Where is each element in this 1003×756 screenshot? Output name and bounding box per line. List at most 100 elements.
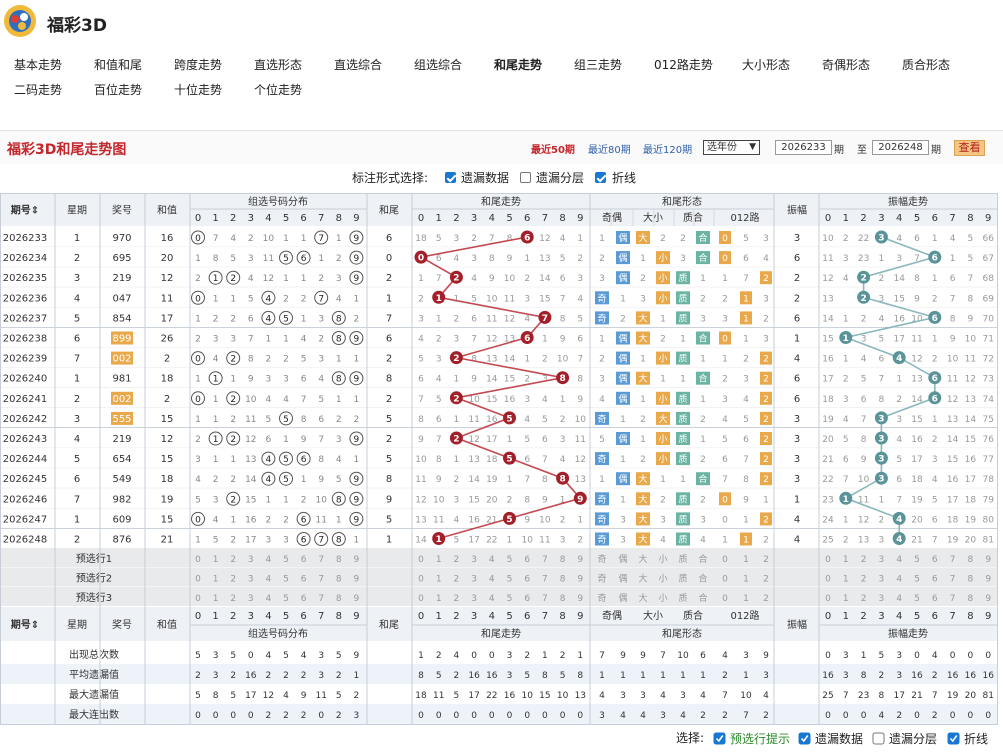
tail-miss: 11 — [539, 536, 550, 546]
stats-cell: 0 — [825, 651, 831, 661]
hint-checkbox[interactable] — [713, 732, 726, 745]
tail-miss: 7 — [436, 274, 442, 284]
amp-ball-digit: 3 — [878, 414, 884, 424]
form-miss: 8 — [743, 475, 749, 485]
tail-miss: 6 — [436, 415, 442, 425]
stats-cell: 8 — [542, 671, 548, 681]
tail-miss: 18 — [415, 234, 427, 244]
preselect-digit: 0 — [195, 575, 201, 585]
stats-cell: 5 — [524, 671, 530, 681]
preselect-digit: 7 — [542, 594, 548, 604]
amp-miss: 18 — [911, 475, 923, 485]
stats-cell: 13 — [575, 691, 586, 701]
tail-miss: 2 — [577, 254, 583, 264]
stats-cell: 4 — [266, 651, 272, 661]
stats-cell: 3 — [843, 651, 849, 661]
form-miss: 4 — [743, 395, 749, 405]
preselect-digit: 8 — [336, 594, 342, 604]
missing-data-checkbox[interactable] — [798, 732, 811, 745]
stats-cell: 0 — [914, 651, 920, 661]
preselect-digit: 6 — [301, 555, 307, 565]
form-hit-text: 大 — [638, 534, 647, 546]
preselect-digit: 4 — [489, 575, 495, 585]
line-checkbox[interactable] — [947, 732, 960, 745]
group-hit-digit: 9 — [354, 475, 360, 485]
stats-cell: 5 — [230, 691, 236, 701]
tail-miss: 1 — [507, 536, 513, 546]
digit-header: 5 — [506, 213, 512, 224]
amp-cell: 3 — [794, 474, 800, 485]
group-hit-digit: 4 — [266, 455, 272, 465]
amp-miss: 12 — [965, 375, 976, 385]
group-miss: 1 — [301, 314, 307, 324]
preselect-digit: 2 — [230, 594, 236, 604]
group-hit-digit: 5 — [283, 415, 289, 425]
preselect-digit: 7 — [950, 575, 956, 585]
form-miss: 5 — [743, 415, 749, 425]
tail-miss: 3 — [524, 294, 530, 304]
amp-ball-digit: 6 — [932, 254, 938, 264]
form-miss: 2 — [763, 314, 769, 324]
tail-miss: 12 — [486, 335, 497, 345]
tail-miss: 11 — [486, 314, 497, 324]
tail-miss: 15 — [486, 395, 497, 405]
stats-cell: 3 — [507, 671, 513, 681]
form-hit-text: 合 — [698, 473, 707, 485]
amp-miss: 18 — [822, 395, 834, 405]
preselect-form: 1 — [743, 594, 749, 604]
digit-header: 8 — [336, 611, 342, 622]
missing-layer-checkbox[interactable] — [872, 732, 885, 745]
stats-cell: 16 — [982, 671, 994, 681]
tail-trend-header: 和尾走势 — [481, 195, 521, 208]
stats-cell: 7 — [843, 691, 849, 701]
preselect-digit: 5 — [914, 575, 920, 585]
form-hit-text: 2 — [763, 375, 769, 385]
tail-miss: 10 — [557, 355, 569, 365]
digit-header: 6 — [932, 611, 938, 622]
digit-header: 0 — [825, 611, 831, 622]
form-miss: 7 — [743, 455, 749, 465]
amp-ball-digit: 4 — [896, 354, 902, 364]
amp-miss: 75 — [982, 415, 993, 425]
preselect-digit: 3 — [879, 555, 885, 565]
tail-form-header: 和尾形态 — [662, 195, 702, 208]
amp-ball-digit: 3 — [878, 234, 884, 244]
tail-miss: 4 — [560, 455, 566, 465]
group-miss: 2 — [213, 314, 219, 324]
tail-ball-digit: 2 — [453, 354, 459, 364]
digit-header: 6 — [524, 213, 530, 224]
group-miss: 2 — [318, 335, 324, 345]
issue-cell: 2026246 — [3, 494, 48, 505]
issue-cell: 2026238 — [3, 334, 48, 345]
form-miss: 1 — [700, 355, 706, 365]
group-miss: 1 — [195, 314, 201, 324]
digit-header: 5 — [914, 611, 920, 622]
form-hit-text: 质 — [678, 353, 687, 365]
stats-cell: 16 — [245, 671, 257, 681]
tail-miss: 10 — [433, 495, 445, 505]
amp-miss: 17 — [893, 335, 904, 345]
stats-cell: 0 — [230, 711, 236, 721]
stats-cell: 8 — [861, 671, 867, 681]
stats-cell: 2 — [266, 671, 272, 681]
group-miss: 1 — [230, 294, 236, 304]
group-hit-digit: 7 — [318, 234, 324, 244]
sum-cell: 17 — [161, 313, 174, 324]
digit-header: 2 — [860, 611, 866, 622]
stats-cell: 1 — [700, 671, 706, 681]
preselect-form: 大 — [638, 553, 647, 565]
form-miss: 3 — [620, 536, 626, 546]
award-header: 奖号 — [112, 204, 132, 217]
amp-miss: 13 — [965, 395, 976, 405]
award-cell: 982 — [112, 494, 131, 505]
stats-cell: 3 — [620, 691, 626, 701]
form-miss: 3 — [743, 375, 749, 385]
week-cell: 7 — [74, 354, 80, 365]
week-cell: 3 — [74, 414, 80, 425]
tail-miss: 7 — [542, 455, 548, 465]
preselect-digit: 3 — [471, 575, 477, 585]
issue-cell: 2026233 — [3, 233, 48, 244]
preselect-digit: 0 — [418, 594, 424, 604]
tail-miss: 2 — [524, 274, 530, 284]
group-hit-digit: 8 — [336, 536, 342, 546]
